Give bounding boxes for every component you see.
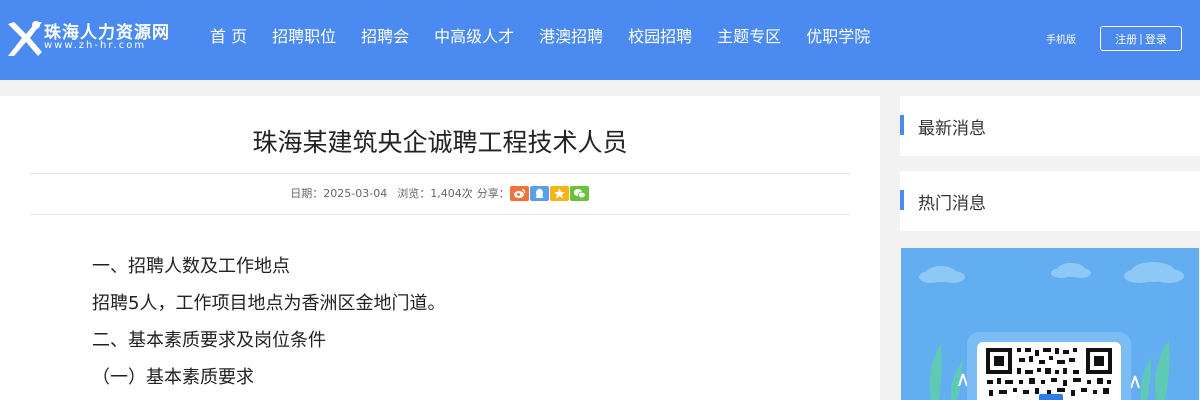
article-body: 一、招聘人数及工作地点 招聘5人，工作项目地点为香洲区金地门道。 二、基本素质要…: [92, 248, 852, 396]
article-paragraph: 招聘5人，工作项目地点为香洲区金地门道。: [92, 293, 446, 314]
divider: [30, 214, 850, 215]
nav-item-senior-talent[interactable]: 中高级人才: [422, 24, 526, 50]
nav-item-academy[interactable]: 优职学院: [794, 24, 882, 50]
register-link[interactable]: 注册: [1115, 31, 1137, 47]
main-nav: 首 页 招聘职位 招聘会 中高级人才 港澳招聘 校园招聘 主题专区 优职学院: [198, 24, 883, 50]
section-accent-bar: [900, 190, 904, 210]
date-value: 2025-03-04: [323, 186, 388, 200]
views-label: 浏览：: [397, 187, 431, 200]
qr-code-icon: [984, 346, 1114, 400]
nav-item-topics[interactable]: 主题专区: [705, 24, 793, 50]
logo-mark-icon: [8, 21, 42, 56]
article-paragraph: （一）基本素质要求: [92, 367, 254, 388]
logo-url: www.zh-hr.com: [44, 40, 147, 51]
date-label: 日期：: [290, 187, 324, 200]
article-title: 珠海某建筑央企诚聘工程技术人员: [252, 128, 628, 157]
login-link[interactable]: 登录: [1145, 31, 1167, 47]
latest-news-box: 最新消息: [900, 96, 1200, 156]
hot-news-box: 热门消息: [900, 171, 1200, 231]
qq-icon[interactable]: [529, 185, 549, 201]
section-accent-bar: [900, 115, 904, 135]
latest-news-title[interactable]: 最新消息: [918, 114, 986, 139]
nav-item-job-fair[interactable]: 招聘会: [349, 24, 421, 50]
auth-box: 注册 | 登录: [1100, 26, 1182, 51]
share-label: 分享：: [476, 187, 510, 200]
article-paragraph: 一、招聘人数及工作地点: [92, 256, 290, 277]
article-paragraph: 二、基本素质要求及岗位条件: [92, 330, 326, 351]
banner-illustration: [919, 262, 1184, 400]
auth-separator: |: [1139, 32, 1143, 45]
views-value: 1,404次: [430, 187, 473, 200]
article-meta: 日期： 2025-03-04 浏览： 1,404次 分享：: [0, 185, 880, 201]
divider: [30, 173, 850, 174]
site-logo[interactable]: 珠海人力资源网 www.zh-hr.com: [2, 14, 192, 62]
nav-item-hk-macau[interactable]: 港澳招聘: [527, 24, 615, 50]
weibo-icon[interactable]: [509, 185, 529, 201]
article-panel: 珠海某建筑央企诚聘工程技术人员 日期： 2025-03-04 浏览： 1,404…: [0, 96, 880, 400]
nav-item-campus[interactable]: 校园招聘: [616, 24, 704, 50]
qzone-icon[interactable]: [549, 185, 569, 201]
app-qr-banner[interactable]: [901, 248, 1199, 400]
nav-item-home[interactable]: 首 页: [198, 24, 259, 50]
nav-item-jobs[interactable]: 招聘职位: [260, 24, 348, 50]
wechat-icon[interactable]: [569, 185, 589, 201]
site-header: 珠海人力资源网 www.zh-hr.com 首 页 招聘职位 招聘会 中高级人才…: [0, 0, 1200, 80]
mobile-version-link[interactable]: 手机版: [1046, 31, 1076, 46]
hot-news-title[interactable]: 热门消息: [918, 189, 986, 214]
